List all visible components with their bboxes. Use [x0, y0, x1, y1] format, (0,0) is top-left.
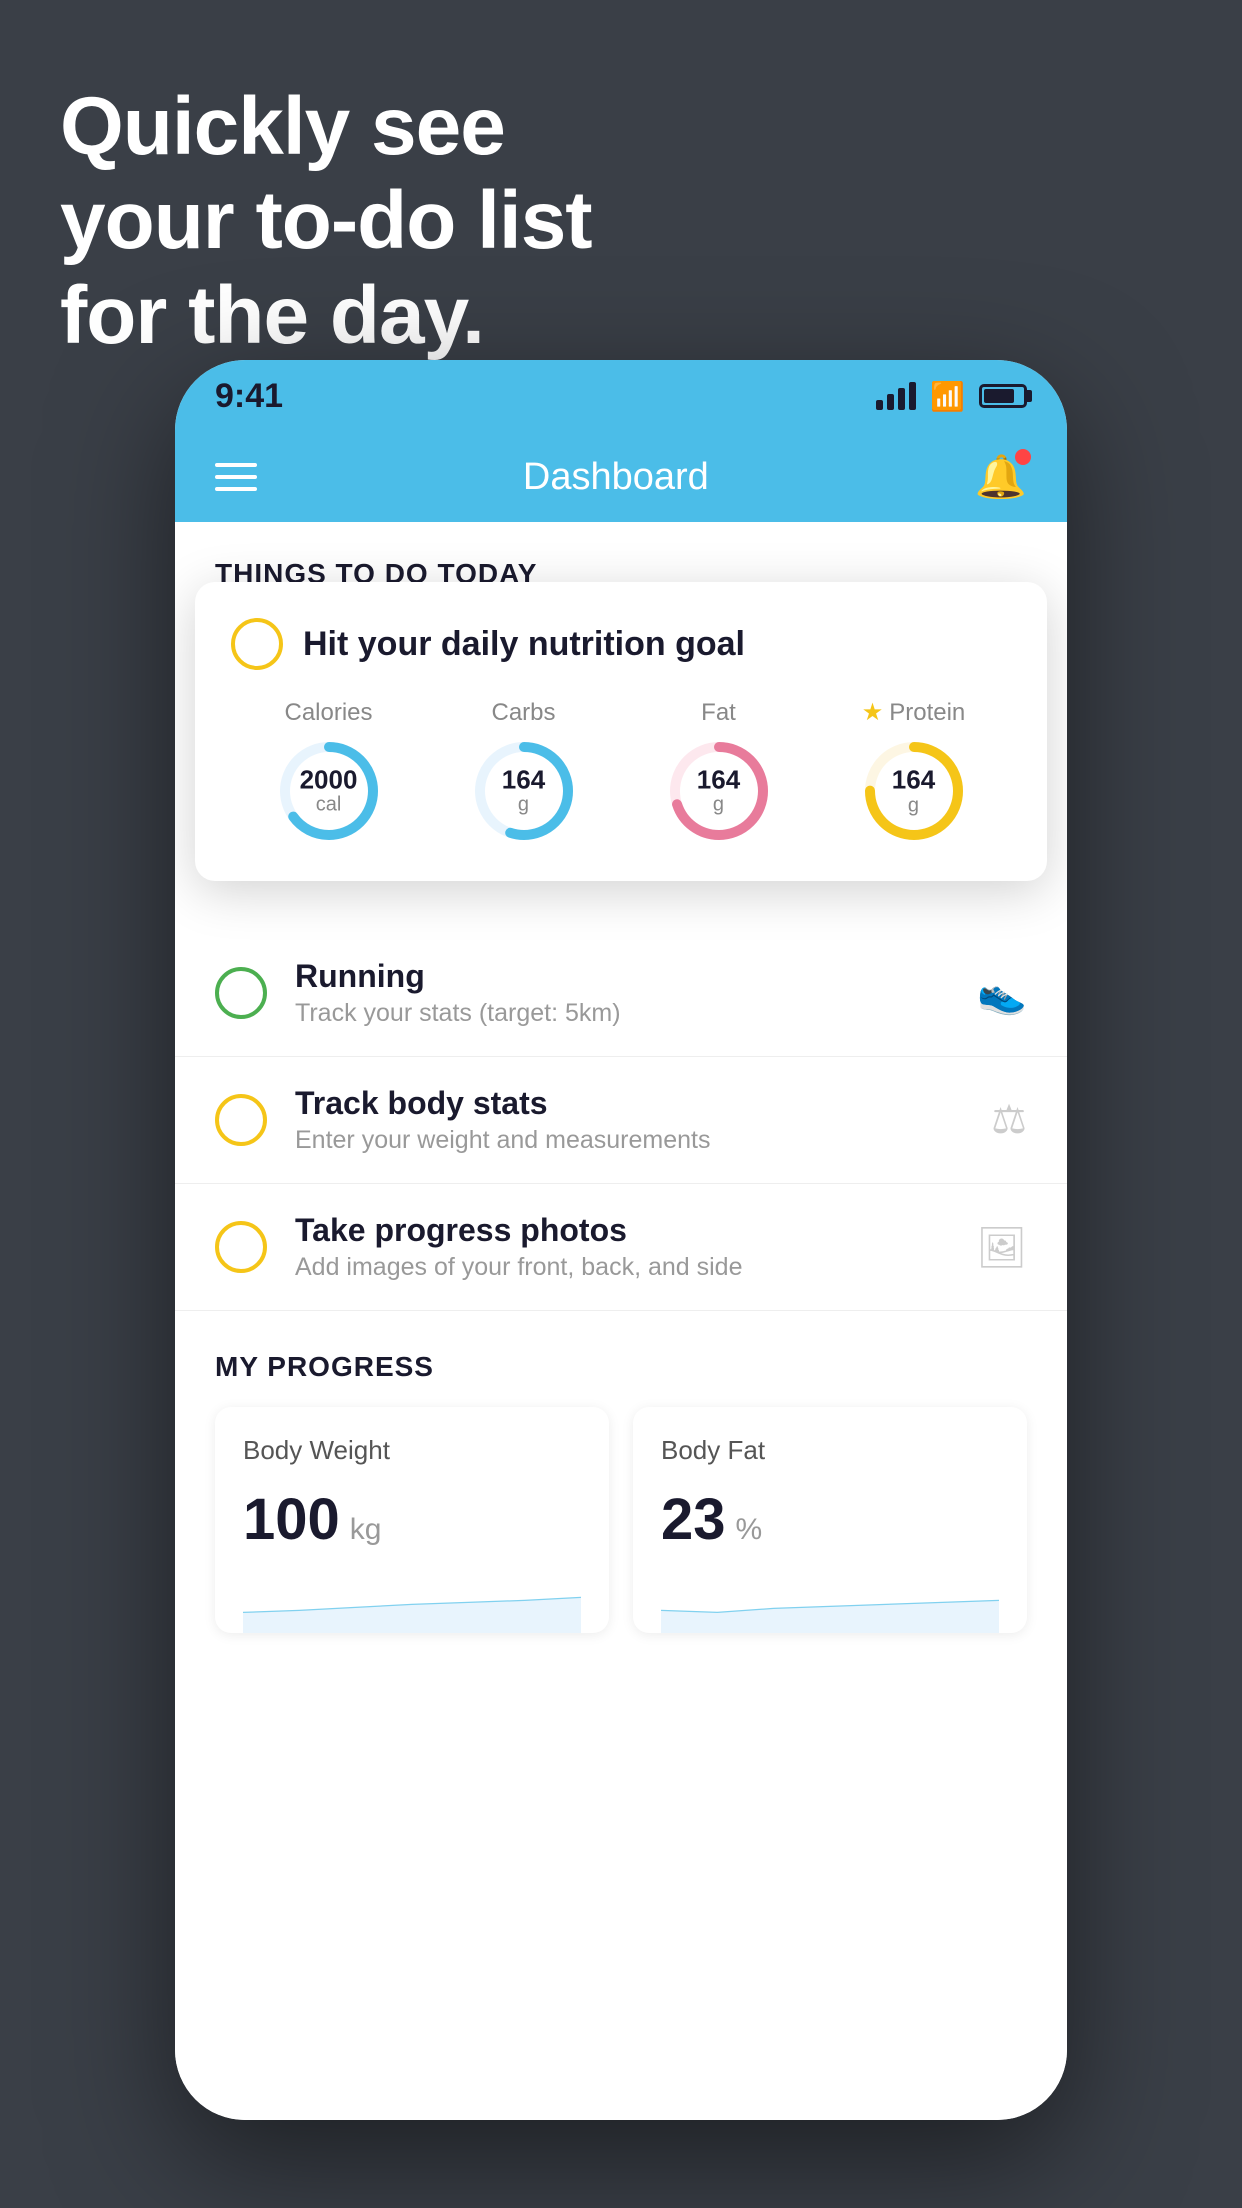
- status-icons: 📶: [876, 380, 1027, 413]
- body-fat-title: Body Fat: [661, 1435, 999, 1466]
- body-weight-chart: [243, 1573, 581, 1633]
- photos-text: Take progress photos Add images of your …: [295, 1212, 948, 1282]
- calories-unit: cal: [300, 794, 358, 816]
- protein-value: 164: [892, 766, 935, 795]
- body-fat-unit: %: [736, 1513, 763, 1547]
- nutrition-circles: Calories 2000 cal Carbs: [231, 698, 1011, 845]
- carbs-unit: g: [502, 794, 545, 816]
- fat-label: Fat: [701, 699, 736, 727]
- body-weight-card[interactable]: Body Weight 100 kg: [215, 1407, 609, 1633]
- running-icon: 👟: [977, 970, 1027, 1017]
- nutrition-card-title: Hit your daily nutrition goal: [303, 625, 745, 664]
- star-icon: ★: [862, 698, 884, 727]
- progress-header: MY PROGRESS: [215, 1351, 1027, 1383]
- calories-value: 2000: [300, 765, 358, 794]
- body-weight-unit: kg: [350, 1513, 382, 1547]
- progress-section: MY PROGRESS Body Weight 100 kg: [175, 1351, 1067, 1633]
- notification-badge: [1015, 449, 1031, 465]
- list-item[interactable]: Take progress photos Add images of your …: [175, 1184, 1067, 1311]
- photos-name: Take progress photos: [295, 1212, 948, 1249]
- body-stats-name: Track body stats: [295, 1085, 963, 1122]
- body-stats-checkbox[interactable]: [215, 1094, 267, 1146]
- body-fat-chart: [661, 1573, 999, 1633]
- calories-ring: 2000 cal: [275, 737, 383, 845]
- nav-bar: Dashboard 🔔: [175, 432, 1067, 522]
- protein-ring: 164 g: [860, 737, 968, 845]
- protein-unit: g: [892, 794, 935, 816]
- running-text: Running Track your stats (target: 5km): [295, 958, 949, 1028]
- list-item[interactable]: Running Track your stats (target: 5km) 👟: [175, 930, 1067, 1057]
- body-stats-text: Track body stats Enter your weight and m…: [295, 1085, 963, 1155]
- running-name: Running: [295, 958, 949, 995]
- nutrition-item-calories: Calories 2000 cal: [275, 699, 383, 845]
- status-time: 9:41: [215, 377, 283, 416]
- nutrition-item-protein: ★ Protein 164 g: [860, 698, 968, 845]
- carbs-label: Carbs: [491, 699, 555, 727]
- body-fat-value-group: 23 %: [661, 1486, 999, 1553]
- phone-frame: 9:41 📶 Dashboard 🔔 TH: [175, 360, 1067, 2120]
- fat-unit: g: [697, 794, 740, 816]
- calories-label: Calories: [284, 699, 372, 727]
- running-checkbox[interactable]: [215, 967, 267, 1019]
- photo-icon: 🖼: [976, 1224, 1027, 1271]
- scale-icon: ⚖: [991, 1097, 1027, 1143]
- body-fat-card[interactable]: Body Fat 23 %: [633, 1407, 1027, 1633]
- signal-icon: [876, 382, 916, 410]
- wifi-icon: 📶: [930, 380, 965, 413]
- carbs-value: 164: [502, 765, 545, 794]
- fat-value: 164: [697, 765, 740, 794]
- nutrition-item-fat: Fat 164 g: [665, 699, 773, 845]
- running-sub: Track your stats (target: 5km): [295, 999, 949, 1028]
- nutrition-card-header: Hit your daily nutrition goal: [231, 618, 1011, 670]
- todo-list: Running Track your stats (target: 5km) 👟…: [175, 930, 1067, 1311]
- body-fat-number: 23: [661, 1486, 726, 1553]
- list-item[interactable]: Track body stats Enter your weight and m…: [175, 1057, 1067, 1184]
- nutrition-card[interactable]: Hit your daily nutrition goal Calories 2…: [195, 582, 1047, 881]
- carbs-ring: 164 g: [470, 737, 578, 845]
- nav-title: Dashboard: [523, 456, 709, 499]
- nutrition-item-carbs: Carbs 164 g: [470, 699, 578, 845]
- fat-ring: 164 g: [665, 737, 773, 845]
- notification-button[interactable]: 🔔: [975, 453, 1027, 502]
- battery-icon: [979, 384, 1027, 408]
- nutrition-checkbox[interactable]: [231, 618, 283, 670]
- menu-button[interactable]: [215, 463, 257, 491]
- body-stats-sub: Enter your weight and measurements: [295, 1126, 963, 1155]
- progress-cards: Body Weight 100 kg Body Fat: [215, 1407, 1027, 1633]
- protein-label: ★ Protein: [862, 698, 966, 727]
- photos-sub: Add images of your front, back, and side: [295, 1253, 948, 1282]
- photos-checkbox[interactable]: [215, 1221, 267, 1273]
- body-weight-title: Body Weight: [243, 1435, 581, 1466]
- main-content: THINGS TO DO TODAY Hit your daily nutrit…: [175, 522, 1067, 2120]
- body-weight-value-group: 100 kg: [243, 1486, 581, 1553]
- status-bar: 9:41 📶: [175, 360, 1067, 432]
- body-weight-number: 100: [243, 1486, 340, 1553]
- headline: Quickly see your to-do list for the day.: [60, 80, 592, 363]
